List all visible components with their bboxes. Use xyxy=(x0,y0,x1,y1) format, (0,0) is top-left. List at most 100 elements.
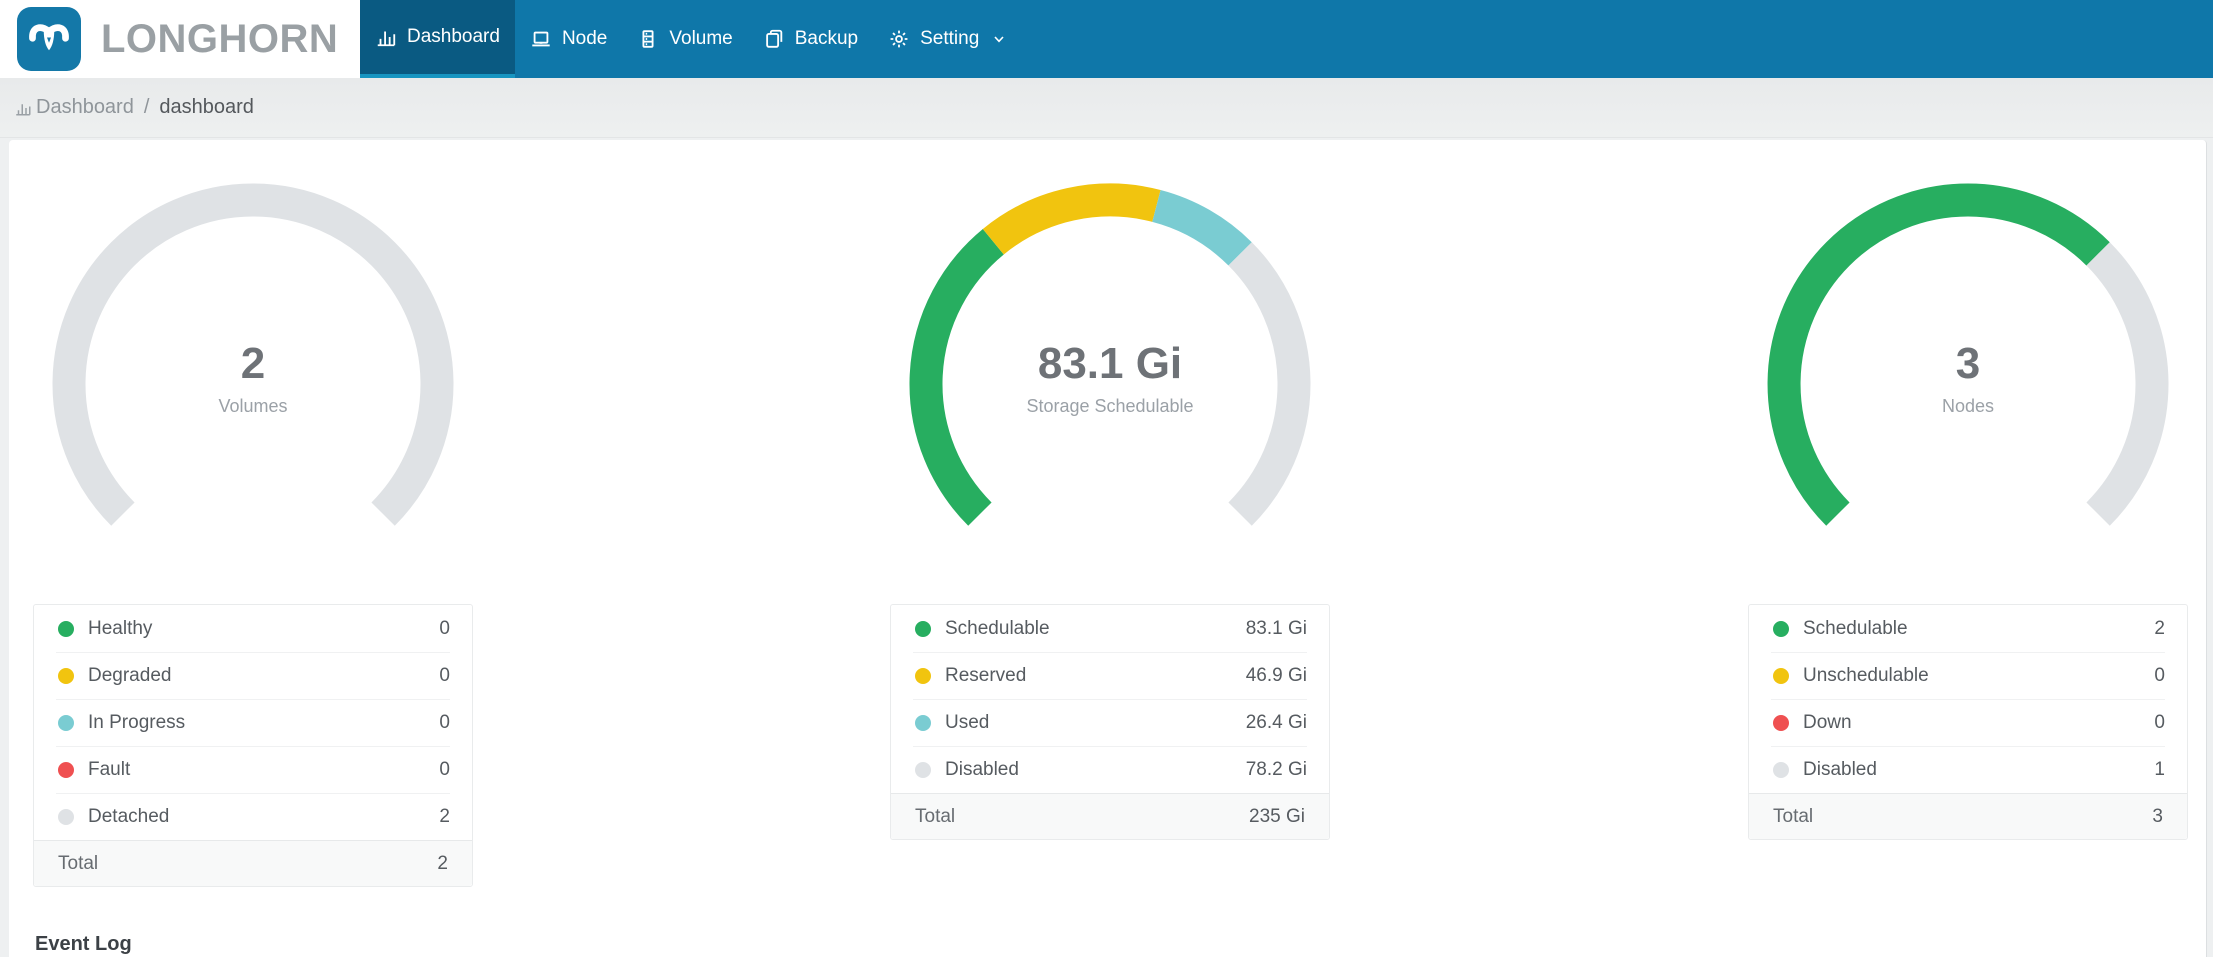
legend-label: Used xyxy=(945,712,990,733)
breadcrumb: Dashboard / dashboard xyxy=(0,78,2213,138)
page: LONGHORN Dashboard Node Volume Backup Se… xyxy=(0,0,2213,957)
legend-row: Unschedulable 0 xyxy=(1771,652,2165,699)
top-navbar: LONGHORN Dashboard Node Volume Backup Se… xyxy=(0,0,2213,78)
volumes-count: 2 xyxy=(240,339,266,388)
legend-dot xyxy=(915,715,931,731)
legend-dot xyxy=(58,668,74,684)
storage-legend-table: Schedulable 83.1 Gi Reserved 46.9 Gi Used 26.… xyxy=(890,604,1330,840)
legend-total-value: 3 xyxy=(2152,805,2163,827)
storage-schedulable-label: Storage Schedulable xyxy=(1026,396,1194,416)
legend-total-label: Total xyxy=(915,805,956,827)
nav-item-setting[interactable]: Setting xyxy=(873,0,1022,78)
legend-dot xyxy=(58,715,74,731)
legend-dot xyxy=(1773,668,1789,684)
backup-icon xyxy=(763,28,785,50)
legend-label: Disabled xyxy=(1803,759,1877,780)
legend-value: 0 xyxy=(439,759,450,780)
legend-label: Schedulable xyxy=(945,617,1050,639)
gear-icon xyxy=(888,28,910,50)
bar-chart-icon-small xyxy=(14,99,32,117)
legend-row: Down 0 xyxy=(1771,699,2165,746)
nav-item-label: Setting xyxy=(920,28,980,49)
legend-total-label: Total xyxy=(1773,805,1814,827)
legend-row: Disabled 1 xyxy=(1771,746,2165,793)
legend-label: Fault xyxy=(88,759,131,780)
bull-icon xyxy=(29,24,69,51)
nav-item-label: Backup xyxy=(794,28,859,49)
laptop-icon xyxy=(530,28,552,50)
legend-row: Schedulable 83.1 Gi xyxy=(913,605,1307,652)
legend-row: Detached 2 xyxy=(56,793,450,840)
legend-label: Degraded xyxy=(88,665,172,686)
legend-label: Down xyxy=(1803,712,1852,733)
legend-label: Healthy xyxy=(88,617,153,639)
legend-dot xyxy=(1773,715,1789,731)
nav-item-node[interactable]: Node xyxy=(515,0,622,78)
gauge-segment-reserved xyxy=(982,183,1161,255)
breadcrumb-root[interactable]: Dashboard xyxy=(36,96,134,119)
legend-row: Fault 0 xyxy=(56,746,450,793)
breadcrumb-current: dashboard xyxy=(159,96,254,118)
nav-item-volume[interactable]: Volume xyxy=(622,0,747,78)
legend-rows: Schedulable 83.1 Gi Reserved 46.9 Gi Used 26.… xyxy=(913,605,1307,793)
breadcrumb-separator: / xyxy=(143,96,150,118)
legend-dot xyxy=(1773,762,1789,778)
legend-dot xyxy=(915,668,931,684)
legend-value: 1 xyxy=(2154,759,2165,780)
legend-value: 2 xyxy=(439,806,450,827)
legend-dot xyxy=(58,762,74,778)
volumes-legend-table: Healthy 0 Degraded 0 In Progress 0 Fault 0 Detac… xyxy=(33,604,473,887)
nodes-count: 3 xyxy=(1955,339,1981,388)
legend-value: 83.1 Gi xyxy=(1245,617,1307,639)
chevron-down-icon xyxy=(991,31,1007,47)
legend-rows: Schedulable 2 Unschedulable 0 Down 0 Disabled 1 xyxy=(1771,605,2165,793)
legend-value: 0 xyxy=(2154,712,2165,733)
legend-label: Reserved xyxy=(945,665,1027,686)
legend-total-value: 235 Gi xyxy=(1249,805,1305,827)
legend-total-label: Total xyxy=(58,852,99,874)
legend-row: Schedulable 2 xyxy=(1771,605,2165,652)
main-nav: Dashboard Node Volume Backup Setting xyxy=(360,0,1022,78)
nav-item-dashboard[interactable]: Dashboard xyxy=(360,0,515,78)
nodes-legend-table: Schedulable 2 Unschedulable 0 Down 0 Disabled 1… xyxy=(1748,604,2188,840)
storage-schedulable-value: 83.1 Gi xyxy=(1037,339,1183,388)
legend-value: 0 xyxy=(2154,665,2165,686)
legend-row: Reserved 46.9 Gi xyxy=(913,652,1307,699)
legend-label: In Progress xyxy=(88,712,186,733)
nav-item-label: Volume xyxy=(669,28,733,49)
gauge-center-text: 3 Nodes xyxy=(1748,340,2188,417)
legend-value: 2 xyxy=(2154,617,2165,639)
nav-item-label: Dashboard xyxy=(407,26,500,47)
legend-label: Schedulable xyxy=(1803,617,1908,639)
bar-chart-icon xyxy=(375,26,397,48)
nav-item-label: Node xyxy=(561,28,608,49)
database-icon xyxy=(637,28,659,50)
legend-value: 46.9 Gi xyxy=(1245,665,1307,686)
legend-row: Healthy 0 xyxy=(56,605,450,652)
gauge-center-text: 2 Volumes xyxy=(33,340,473,417)
dashboard-content: 2 Volumes Healthy 0 Degraded 0 In Progress 0 F… xyxy=(9,140,2207,957)
nav-item-backup[interactable]: Backup xyxy=(748,0,873,78)
volumes-label: Volumes xyxy=(218,396,288,416)
legend-value: 26.4 Gi xyxy=(1245,712,1307,733)
longhorn-logo xyxy=(17,7,81,71)
legend-row: Used 26.4 Gi xyxy=(913,699,1307,746)
legend-value: 0 xyxy=(439,617,450,639)
legend-total-row: Total 2 xyxy=(34,840,472,886)
legend-dot xyxy=(1773,620,1789,637)
legend-dot xyxy=(915,762,931,778)
legend-dot xyxy=(58,809,74,825)
legend-value: 0 xyxy=(439,665,450,686)
legend-total-value: 2 xyxy=(437,852,448,874)
legend-total-row: Total 235 Gi xyxy=(891,793,1329,839)
logo-panel[interactable]: LONGHORN xyxy=(0,0,360,78)
event-log-heading: Event Log xyxy=(35,933,132,955)
legend-label: Disabled xyxy=(945,759,1019,780)
legend-row: Degraded 0 xyxy=(56,652,450,699)
gauge-center-text: 83.1 Gi Storage Schedulable xyxy=(890,340,1330,417)
gauge-segment-used xyxy=(1151,189,1252,266)
legend-label: Unschedulable xyxy=(1803,665,1929,686)
legend-value: 0 xyxy=(439,712,450,733)
legend-label: Detached xyxy=(88,806,170,827)
legend-total-row: Total 3 xyxy=(1749,793,2187,839)
